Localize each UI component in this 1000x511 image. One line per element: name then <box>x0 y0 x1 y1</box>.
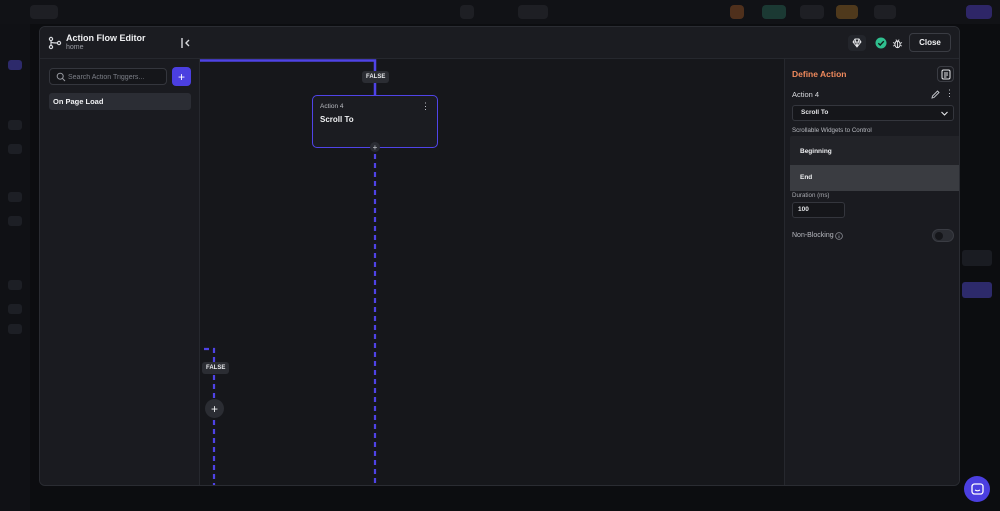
background-pill <box>730 5 744 19</box>
panel-title: Define Action <box>792 69 847 79</box>
action-node-title: Scroll To <box>320 115 354 124</box>
action-node[interactable]: Action 4 Scroll To ⋮ + <box>312 95 438 152</box>
gem-icon <box>852 38 862 48</box>
background-pill <box>800 5 824 19</box>
documentation-button[interactable] <box>937 66 954 82</box>
pencil-icon[interactable] <box>931 90 940 99</box>
duration-label: Duration (ms) <box>792 192 830 199</box>
background-nav-item <box>8 120 22 130</box>
action-type-value: Scroll To <box>801 109 829 116</box>
toggle-knob <box>935 232 943 240</box>
chevron-down-icon <box>941 111 948 116</box>
action-flow-editor-modal: Action Flow Editor home Close Search Act… <box>39 26 960 486</box>
chat-icon <box>970 482 984 495</box>
background-pill <box>518 5 548 19</box>
modal-subtitle: home <box>66 44 84 51</box>
background-pill <box>460 5 474 19</box>
branch-label-false: FALSE <box>362 71 390 83</box>
add-action-button[interactable]: + <box>205 399 224 418</box>
non-blocking-label: Non-Blocking <box>792 232 834 239</box>
background-nav-item <box>8 192 22 202</box>
triggers-panel: + On Page Load <box>40 59 200 485</box>
background-nav-item <box>8 280 22 290</box>
background-pill <box>762 5 786 19</box>
info-icon[interactable] <box>835 232 843 240</box>
search-icon <box>56 72 66 82</box>
duration-input[interactable]: 100 <box>792 202 845 218</box>
background-element <box>962 250 992 266</box>
action-type-select[interactable]: Scroll To <box>792 105 954 121</box>
dropdown-option-end[interactable]: End <box>790 165 959 191</box>
gem-button[interactable] <box>848 35 866 51</box>
define-action-panel: Define Action Action 4 ⋮ Scroll To Scrol… <box>784 59 959 485</box>
more-vertical-icon[interactable]: ⋮ <box>421 101 430 112</box>
background-pill <box>966 5 992 19</box>
scrollable-widgets-label: Scrollable Widgets to Control <box>792 127 872 134</box>
more-vertical-icon[interactable]: ⋮ <box>945 88 954 99</box>
document-icon <box>941 69 950 79</box>
modal-header: Action Flow Editor home Close <box>40 27 959 59</box>
flow-line <box>200 59 377 95</box>
collapse-panel-icon[interactable] <box>180 37 192 49</box>
non-blocking-toggle[interactable] <box>932 229 954 242</box>
scroll-target-dropdown: Beginning End <box>790 136 959 191</box>
background-nav-item <box>8 144 22 154</box>
flow-connectors <box>200 59 377 485</box>
background-pill <box>30 5 58 19</box>
background-element <box>962 282 992 298</box>
background-pill <box>874 5 896 19</box>
search-input[interactable] <box>68 70 164 84</box>
add-action-button[interactable]: + <box>370 142 380 152</box>
flow-canvas[interactable]: FALSE Action 4 Scroll To ⋮ + FALSE + <box>200 59 784 485</box>
chat-support-button[interactable] <box>964 476 990 502</box>
background-topbar <box>0 0 1000 24</box>
background-nav-item <box>8 304 22 314</box>
modal-title: Action Flow Editor <box>66 33 146 43</box>
add-trigger-button[interactable]: + <box>172 67 191 86</box>
background-nav-item <box>8 216 22 226</box>
debug-button[interactable] <box>888 35 906 51</box>
trigger-item-on-page-load[interactable]: On Page Load <box>49 93 191 110</box>
dropdown-option-beginning[interactable]: Beginning <box>790 139 959 165</box>
background-nav-item <box>8 60 22 70</box>
bug-icon <box>892 38 902 48</box>
action-node-subtitle: Action 4 <box>320 103 344 110</box>
branch-label-false: FALSE <box>202 362 230 374</box>
check-circle-icon <box>875 37 887 49</box>
close-button[interactable]: Close <box>909 33 951 52</box>
action-name: Action 4 <box>792 90 820 99</box>
flow-icon <box>48 36 62 50</box>
background-sidebar <box>0 24 30 511</box>
background-nav-item <box>8 324 22 334</box>
search-field[interactable] <box>49 68 167 85</box>
background-pill <box>836 5 858 19</box>
